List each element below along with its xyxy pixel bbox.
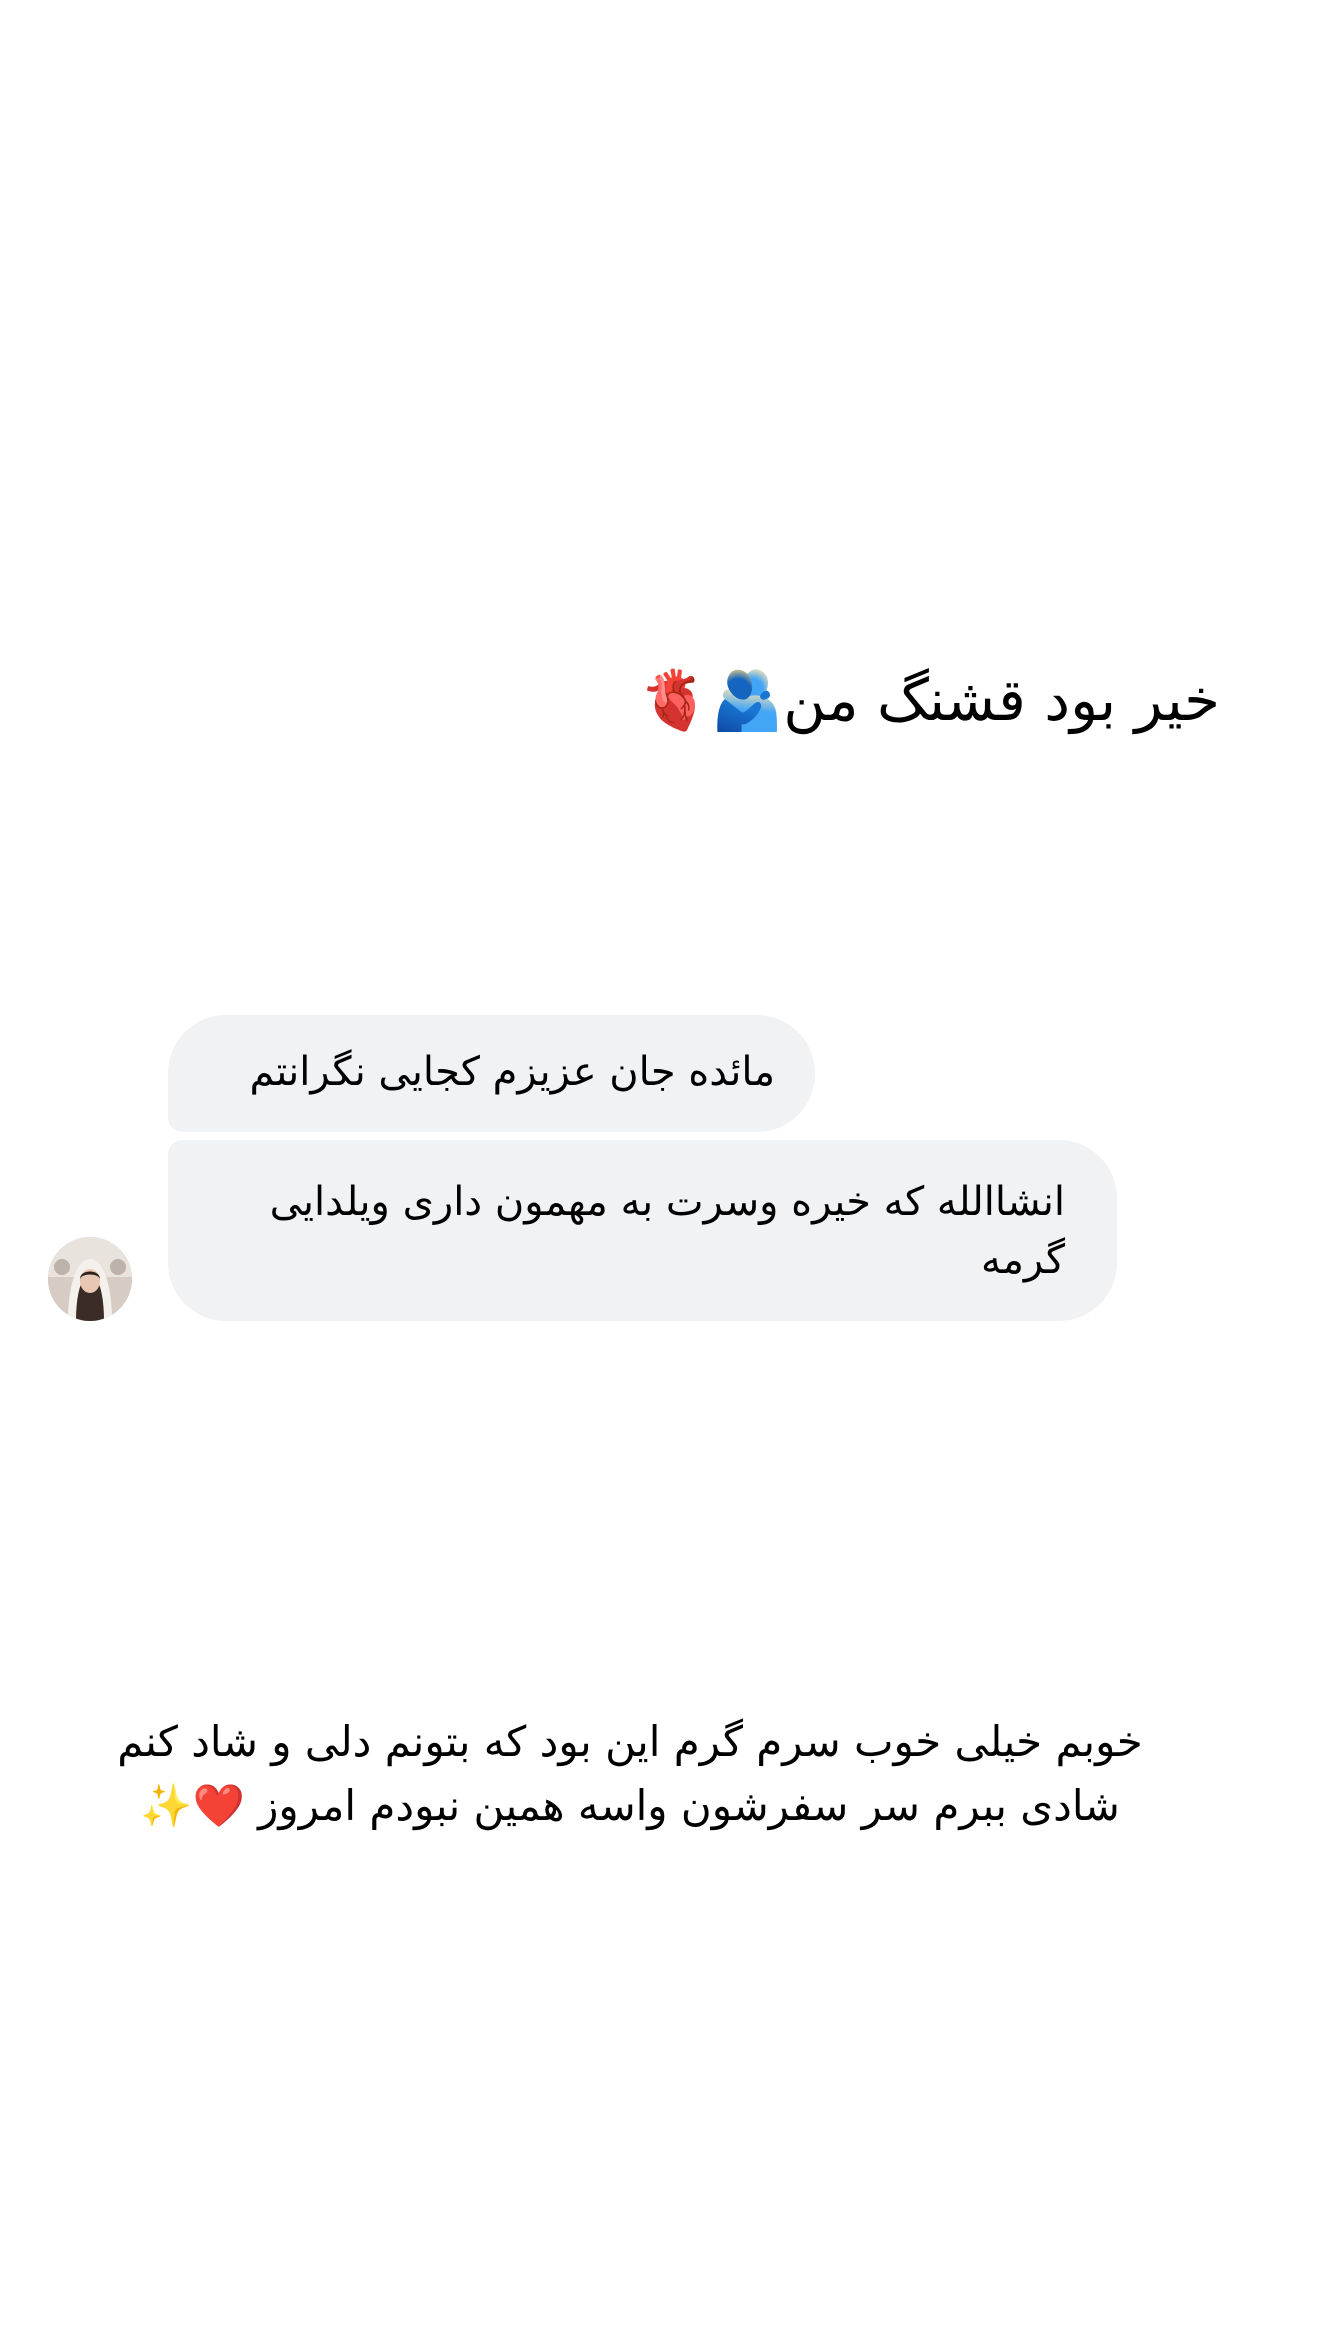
caption-top-text: خیر بود قشنگ من xyxy=(783,666,1220,734)
avatar[interactable] xyxy=(48,1237,132,1321)
message-bubble[interactable]: مائده جان عزیزم کجایی نگرانتم xyxy=(168,1015,815,1132)
caption-bottom-text: خوبم خیلی خوب سرم گرم این بود که بتونم د… xyxy=(117,1717,1143,1830)
profile-photo-icon xyxy=(48,1237,132,1321)
message-bubble[interactable]: انشاالله که خیره وسرت به مهمون داری ویلد… xyxy=(168,1140,1117,1321)
caption-bottom-emojis: ❤️✨ xyxy=(140,1781,245,1830)
message-text: انشاالله که خیره وسرت به مهمون داری ویلد… xyxy=(269,1179,1065,1283)
story-caption-bottom: خوبم خیلی خوب سرم گرم این بود که بتونم د… xyxy=(90,1710,1170,1838)
message-text: مائده جان عزیزم کجایی نگرانتم xyxy=(249,1049,775,1095)
caption-top-emojis: 🫂🫀 xyxy=(638,666,784,734)
story-caption-top: خیر بود قشنگ من🫂🫀 xyxy=(600,660,1220,740)
